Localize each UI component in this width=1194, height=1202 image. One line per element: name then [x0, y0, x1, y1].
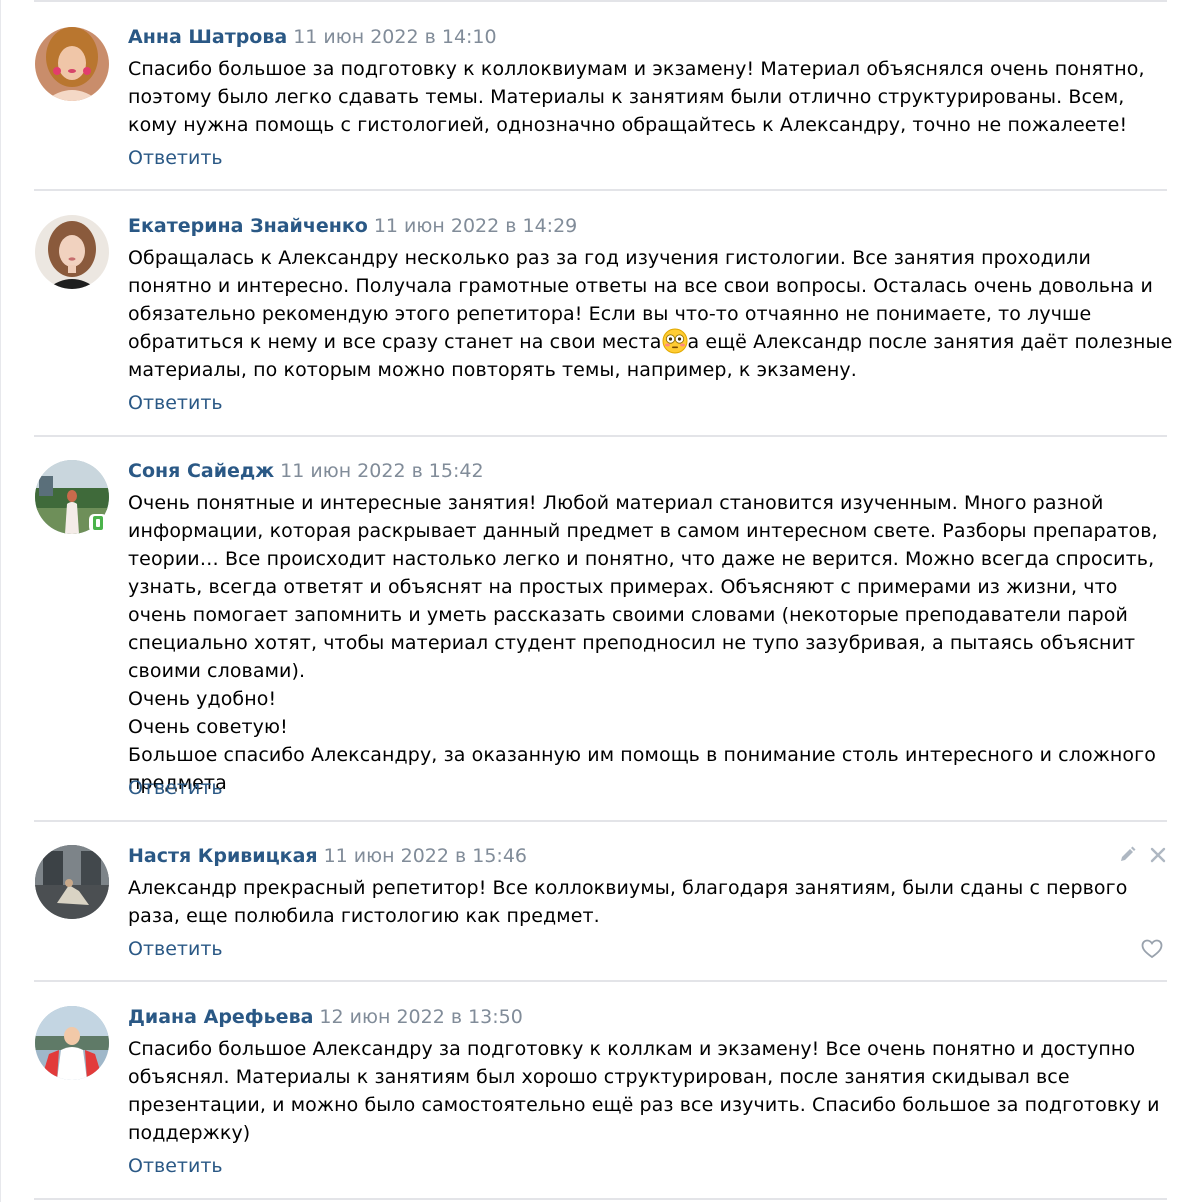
divider — [34, 435, 1167, 437]
comment-text: Обращалась к Александру несколько раз за… — [128, 244, 1173, 384]
author-name[interactable]: Настя Кривицкая — [128, 845, 318, 867]
comment-text: Спасибо большое Александру за подготовку… — [128, 1038, 1160, 1144]
comment-date[interactable]: 11 июн 2022 в 14:29 — [374, 215, 577, 237]
divider — [34, 189, 1167, 191]
reply-link[interactable]: Ответить — [128, 1154, 223, 1178]
mobile-online-icon — [89, 514, 107, 532]
comment-text: Александр прекрасный репетитор! Все колл… — [128, 877, 1128, 927]
avatar[interactable] — [35, 27, 109, 101]
divider — [34, 980, 1167, 982]
reply-link[interactable]: Ответить — [128, 391, 223, 415]
like-heart-icon[interactable] — [1140, 937, 1164, 961]
comment-header: Екатерина Знайченко 11 июн 2022 в 14:29 — [128, 214, 577, 238]
comment-header: Настя Кривицкая 11 июн 2022 в 15:46 — [128, 844, 527, 868]
comment-header: Соня Сайедж 11 июн 2022 в 15:42 — [128, 459, 484, 483]
avatar[interactable] — [35, 215, 109, 289]
author-name[interactable]: Соня Сайедж — [128, 460, 274, 482]
comment-header: Диана Арефьева 12 июн 2022 в 13:50 — [128, 1005, 523, 1029]
comment-text: Очень понятные и интересные занятия! Люб… — [128, 492, 1158, 794]
comment-date[interactable]: 11 июн 2022 в 15:42 — [280, 460, 483, 482]
avatar[interactable] — [35, 1006, 109, 1080]
comment-text: Спасибо большое за подготовку к коллокви… — [128, 58, 1145, 136]
avatar[interactable] — [35, 845, 109, 919]
comment-date[interactable]: 12 июн 2022 в 13:50 — [319, 1006, 522, 1028]
divider — [34, 820, 1167, 822]
reply-link[interactable]: Ответить — [128, 146, 223, 170]
flushed-face-emoji-icon — [662, 328, 688, 354]
author-name[interactable]: Анна Шатрова — [128, 26, 287, 48]
author-name[interactable]: Екатерина Знайченко — [128, 215, 368, 237]
reply-link[interactable]: Ответить — [128, 937, 223, 961]
divider — [34, 1198, 1167, 1200]
close-icon[interactable] — [1147, 844, 1169, 866]
comments-list: Анна Шатрова 11 июн 2022 в 14:10 Спасибо … — [0, 0, 1194, 1202]
comment-date[interactable]: 11 июн 2022 в 15:46 — [324, 845, 527, 867]
comment-header: Анна Шатрова 11 июн 2022 в 14:10 — [128, 25, 497, 49]
divider — [34, 0, 1167, 2]
edit-icon[interactable] — [1116, 844, 1138, 866]
author-name[interactable]: Диана Арефьева — [128, 1006, 313, 1028]
comment-date[interactable]: 11 июн 2022 в 14:10 — [293, 26, 496, 48]
reply-link[interactable]: Ответить — [128, 776, 223, 800]
